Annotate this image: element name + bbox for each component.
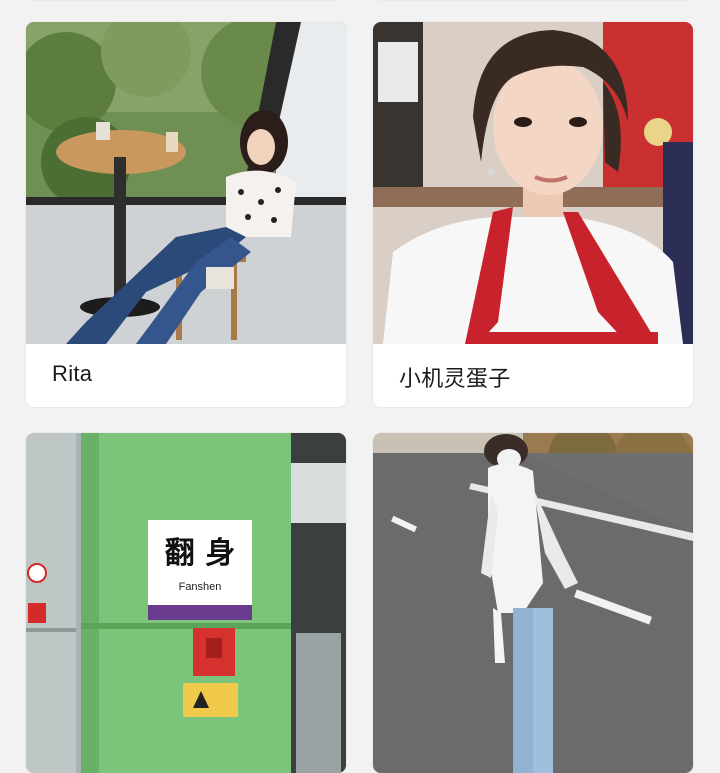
subway-station-photo[interactable]: 翻 身 Fanshen bbox=[26, 433, 346, 773]
station-sign-text: 翻 身 bbox=[165, 536, 235, 571]
cafe-window-portrait-photo[interactable] bbox=[26, 22, 346, 344]
profile-name: Rita bbox=[52, 361, 93, 386]
profile-card-xiaojilingdanzi[interactable]: 小机灵蛋子 bbox=[373, 22, 693, 407]
station-sign-pinyin: Fanshen bbox=[179, 581, 222, 593]
street-portrait-photo[interactable] bbox=[373, 433, 693, 773]
selfie-portrait-photo[interactable] bbox=[373, 22, 693, 344]
profile-name: 小机灵蛋子 bbox=[399, 366, 511, 391]
profile-card-subway[interactable]: 翻 身 Fanshen bbox=[26, 433, 346, 773]
profile-card-rita[interactable]: Rita bbox=[26, 22, 346, 407]
profile-card-street[interactable] bbox=[373, 433, 693, 773]
